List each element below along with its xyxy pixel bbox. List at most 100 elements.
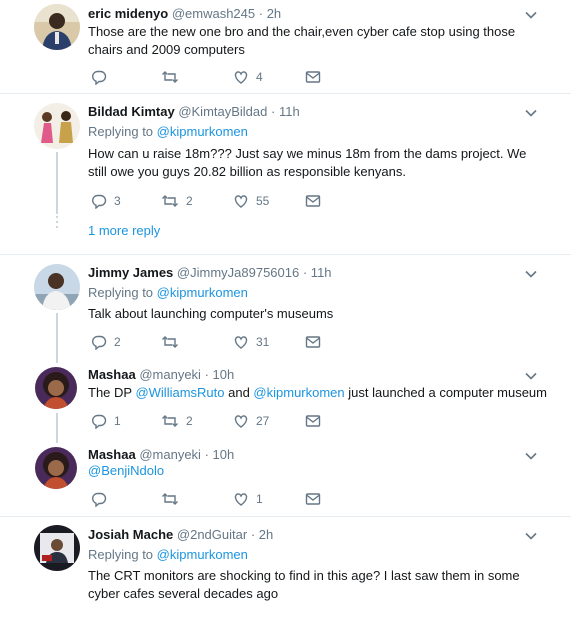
user-handle[interactable]: @JimmyJa89756016	[177, 265, 299, 280]
text-segment: The DP	[88, 385, 136, 400]
reply-icon	[91, 334, 107, 350]
timestamp[interactable]: · 10h	[205, 367, 235, 382]
like-count: 55	[256, 194, 270, 208]
tweet-actions: 1	[88, 490, 348, 508]
replying-to-label: Replying to	[88, 285, 154, 300]
direct-message-button[interactable]	[305, 490, 321, 508]
tweet-josiah-mache[interactable]: Josiah Mache @2ndGuitar · 2h Replying to…	[0, 517, 571, 620]
reply-icon	[91, 69, 107, 85]
tweet-text: Talk about launching computer's museums	[88, 306, 334, 321]
mention-link[interactable]: @kipmurkomen	[157, 547, 248, 562]
direct-message-icon	[305, 491, 321, 507]
chevron-down-icon[interactable]	[524, 106, 538, 120]
display-name[interactable]: eric midenyo	[88, 6, 168, 21]
direct-message-icon	[305, 193, 321, 209]
like-button[interactable]: 1	[233, 490, 263, 508]
direct-message-icon	[305, 413, 321, 429]
display-name[interactable]: Josiah Mache	[88, 527, 173, 542]
avatar[interactable]	[35, 367, 77, 409]
retweet-button[interactable]	[161, 490, 186, 508]
replying-to: Replying to @kipmurkomen	[88, 285, 248, 301]
replying-to-label: Replying to	[88, 124, 154, 139]
chevron-down-icon[interactable]	[524, 267, 538, 281]
display-name[interactable]: Mashaa	[88, 367, 136, 382]
avatar[interactable]	[34, 264, 80, 310]
user-handle[interactable]: @2ndGuitar	[177, 527, 247, 542]
user-handle[interactable]: @KimtayBildad	[178, 104, 267, 119]
thread-dots	[56, 216, 58, 231]
text-segment: just launched a computer museum	[344, 385, 547, 400]
display-name[interactable]: Bildad Kimtay	[88, 104, 175, 119]
like-icon	[233, 193, 249, 209]
tweet-eric-midenyo[interactable]: eric midenyo @emwash245 · 2h Those are t…	[0, 0, 571, 93]
retweet-button[interactable]: 2	[161, 412, 193, 430]
user-handle[interactable]: @manyeki	[139, 447, 201, 462]
avatar[interactable]	[34, 525, 80, 571]
chevron-down-icon[interactable]	[524, 8, 538, 22]
more-replies-link[interactable]: 1 more reply	[88, 223, 160, 238]
timestamp[interactable]: · 11h	[271, 104, 300, 119]
retweet-count: 2	[186, 414, 193, 428]
retweet-button[interactable]	[161, 333, 186, 351]
mention-link[interactable]: @BenjiNdolo	[88, 463, 164, 478]
retweet-icon	[161, 69, 179, 85]
display-name[interactable]: Jimmy James	[88, 265, 173, 280]
retweet-button[interactable]	[161, 68, 186, 86]
direct-message-button[interactable]	[305, 333, 321, 351]
reply-button[interactable]	[91, 490, 114, 508]
like-button[interactable]: 27	[233, 412, 269, 430]
tweet-bildad-kimtay[interactable]: Bildad Kimtay @KimtayBildad · 11h Replyi…	[0, 94, 571, 254]
reply-count: 3	[114, 194, 121, 208]
direct-message-button[interactable]	[305, 192, 321, 210]
like-count: 31	[256, 335, 270, 349]
reply-button[interactable]: 1	[91, 412, 121, 430]
avatar[interactable]	[35, 447, 77, 489]
like-button[interactable]: 31	[233, 333, 269, 351]
thread-line	[56, 152, 58, 214]
timestamp[interactable]: · 2h	[251, 527, 273, 542]
mention-link[interactable]: @kipmurkomen	[157, 124, 248, 139]
direct-message-button[interactable]	[305, 68, 321, 86]
mention-link[interactable]: @WilliamsRuto	[135, 385, 224, 400]
user-handle[interactable]: @manyeki	[139, 367, 201, 382]
chevron-down-icon[interactable]	[524, 529, 538, 543]
retweet-icon	[161, 491, 179, 507]
avatar[interactable]	[34, 103, 80, 149]
timestamp[interactable]: · 2h	[259, 6, 281, 21]
thread-line	[56, 413, 58, 443]
tweet-text: The CRT monitors are shocking to find in…	[88, 568, 520, 601]
reply-icon	[91, 193, 107, 209]
user-handle[interactable]: @emwash245	[172, 6, 255, 21]
mention-link[interactable]: @kipmurkomen	[253, 385, 344, 400]
reply-button[interactable]: 3	[91, 192, 121, 210]
tweet-actions: 1 2 27	[88, 412, 348, 430]
display-name[interactable]: Mashaa	[88, 447, 136, 462]
reply-icon	[91, 491, 107, 507]
tweet-mashaa-1[interactable]: Mashaa @manyeki · 10h The DP @WilliamsRu…	[0, 361, 571, 443]
retweet-icon	[161, 193, 179, 209]
reply-button[interactable]	[91, 68, 114, 86]
chevron-down-icon[interactable]	[524, 449, 538, 463]
like-icon	[233, 334, 249, 350]
like-icon	[233, 491, 249, 507]
like-button[interactable]: 4	[233, 68, 263, 86]
tweet-actions: 4	[88, 68, 348, 86]
tweet-mashaa-2[interactable]: Mashaa @manyeki · 10h @BenjiNdolo 1	[0, 441, 571, 516]
direct-message-icon	[305, 334, 321, 350]
reply-button[interactable]: 2	[91, 333, 121, 351]
like-count: 27	[256, 414, 270, 428]
timestamp[interactable]: · 11h	[303, 265, 332, 280]
text-segment: and	[224, 385, 254, 400]
chevron-down-icon[interactable]	[524, 369, 538, 383]
tweet-text: How can u raise 18m??? Just say we minus…	[88, 146, 527, 179]
avatar[interactable]	[34, 4, 80, 50]
timestamp[interactable]: · 10h	[205, 447, 235, 462]
retweet-icon	[161, 413, 179, 429]
tweet-jimmy-james[interactable]: Jimmy James @JimmyJa89756016 · 11h Reply…	[0, 255, 571, 363]
reply-count: 2	[114, 335, 121, 349]
direct-message-button[interactable]	[305, 412, 321, 430]
mention-link[interactable]: @kipmurkomen	[157, 285, 248, 300]
retweet-button[interactable]: 2	[161, 192, 193, 210]
like-icon	[233, 413, 249, 429]
like-button[interactable]: 55	[233, 192, 269, 210]
